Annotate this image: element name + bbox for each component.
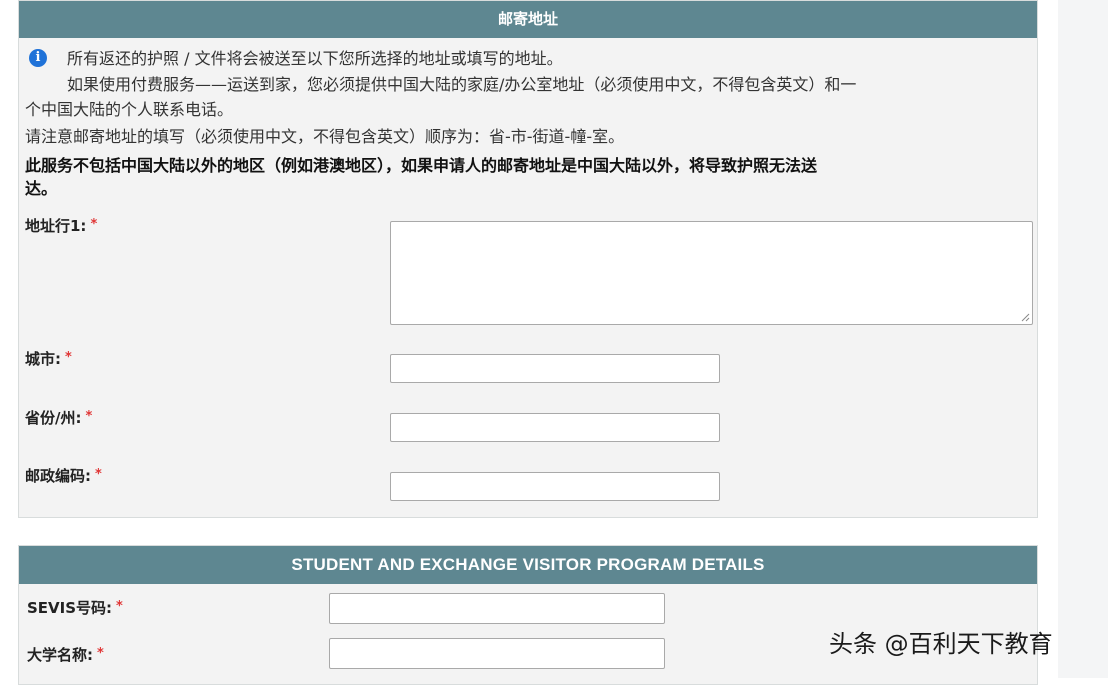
info-icon: i	[29, 49, 47, 67]
resize-grip-icon[interactable]	[1020, 312, 1030, 322]
postal-code-label-text: 邮政编码:	[25, 467, 91, 485]
postal-code-label: 邮政编码: *	[25, 465, 102, 486]
postal-code-input[interactable]	[390, 472, 720, 501]
required-asterisk: *	[116, 599, 123, 614]
info-text-line-2: 如果使用付费服务——运送到家，您必须提供中国大陆的家庭/办公室地址（必须使用中文…	[67, 75, 857, 94]
info-warning-line-2: 达。	[25, 179, 58, 198]
sevis-number-input[interactable]	[329, 593, 665, 624]
mailing-address-panel: 邮寄地址 i 所有返还的护照 / 文件将会被送至以下您所选择的地址或填写的地址。…	[18, 0, 1038, 518]
sevis-number-label: SEVIS号码: *	[27, 597, 123, 618]
required-asterisk: *	[97, 646, 104, 661]
info-text-line-4: 请注意邮寄地址的填写（必须使用中文，不得包含英文）顺序为：省-市-街道-幢-室。	[25, 127, 625, 146]
required-asterisk: *	[95, 467, 102, 482]
sevp-details-header: STUDENT AND EXCHANGE VISITOR PROGRAM DET…	[19, 546, 1037, 584]
required-asterisk: *	[65, 350, 72, 365]
province-label-text: 省份/州:	[25, 409, 82, 427]
info-text-line-1: 所有返还的护照 / 文件将会被送至以下您所选择的地址或填写的地址。	[67, 49, 563, 68]
required-asterisk: *	[90, 217, 98, 232]
info-warning-line-1: 此服务不包括中国大陆以外的地区（例如港澳地区），如果申请人的邮寄地址是中国大陆以…	[25, 156, 818, 175]
province-label: 省份/州: *	[25, 407, 92, 428]
sevp-details-panel: STUDENT AND EXCHANGE VISITOR PROGRAM DET…	[18, 545, 1038, 685]
university-name-label-text: 大学名称:	[27, 646, 93, 664]
mailing-address-header: 邮寄地址	[19, 1, 1037, 38]
university-name-input[interactable]	[329, 638, 665, 669]
province-input[interactable]	[390, 413, 720, 442]
required-asterisk: *	[85, 409, 93, 424]
city-input[interactable]	[390, 354, 720, 383]
sevis-number-label-text: SEVIS号码:	[27, 599, 113, 617]
address-line1-label: 地址行1: *	[25, 215, 97, 236]
city-label-text: 城市:	[25, 350, 61, 368]
page-scroll-gutter	[1058, 0, 1108, 678]
city-label: 城市: *	[25, 348, 72, 369]
address-line1-textarea[interactable]	[390, 221, 1033, 325]
university-name-label: 大学名称: *	[27, 644, 104, 665]
address-line1-label-text: 地址行1:	[25, 217, 87, 235]
info-text-line-3: 个中国大陆的个人联系电话。	[25, 100, 234, 119]
watermark-text: 头条 @百利天下教育	[829, 630, 1053, 658]
